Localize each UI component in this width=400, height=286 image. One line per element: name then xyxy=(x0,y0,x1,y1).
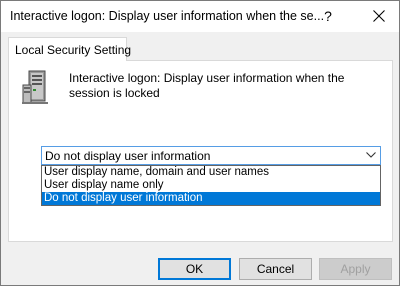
chevron-down-icon xyxy=(366,152,376,158)
dialog-window: Interactive logon: Display user informat… xyxy=(0,0,400,286)
title-bar[interactable]: Interactive logon: Display user informat… xyxy=(1,1,399,32)
close-icon xyxy=(373,10,385,22)
close-button[interactable] xyxy=(359,1,399,32)
dropdown-list: User display name, domain and user names… xyxy=(41,165,381,206)
ok-button[interactable]: OK xyxy=(158,258,231,280)
tab-local-security-setting[interactable]: Local Security Setting xyxy=(8,37,131,61)
tab-label: Local Security Setting xyxy=(15,43,132,57)
dropdown-option-selected[interactable]: Do not display user information xyxy=(42,192,380,205)
dropdown-option[interactable]: User display name only xyxy=(42,179,380,192)
help-button[interactable]: ? xyxy=(313,1,343,32)
dropdown-selected-value: Do not display user information xyxy=(45,149,211,163)
window-title: Interactive logon: Display user informat… xyxy=(10,9,325,23)
apply-button[interactable]: Apply xyxy=(319,258,392,280)
server-computer-icon xyxy=(21,69,51,108)
cancel-button[interactable]: Cancel xyxy=(239,258,312,280)
display-user-info-dropdown[interactable]: Do not display user information xyxy=(41,146,381,165)
dropdown-option[interactable]: User display name, domain and user names xyxy=(42,166,380,179)
policy-description: Interactive logon: Display user informat… xyxy=(69,71,345,100)
